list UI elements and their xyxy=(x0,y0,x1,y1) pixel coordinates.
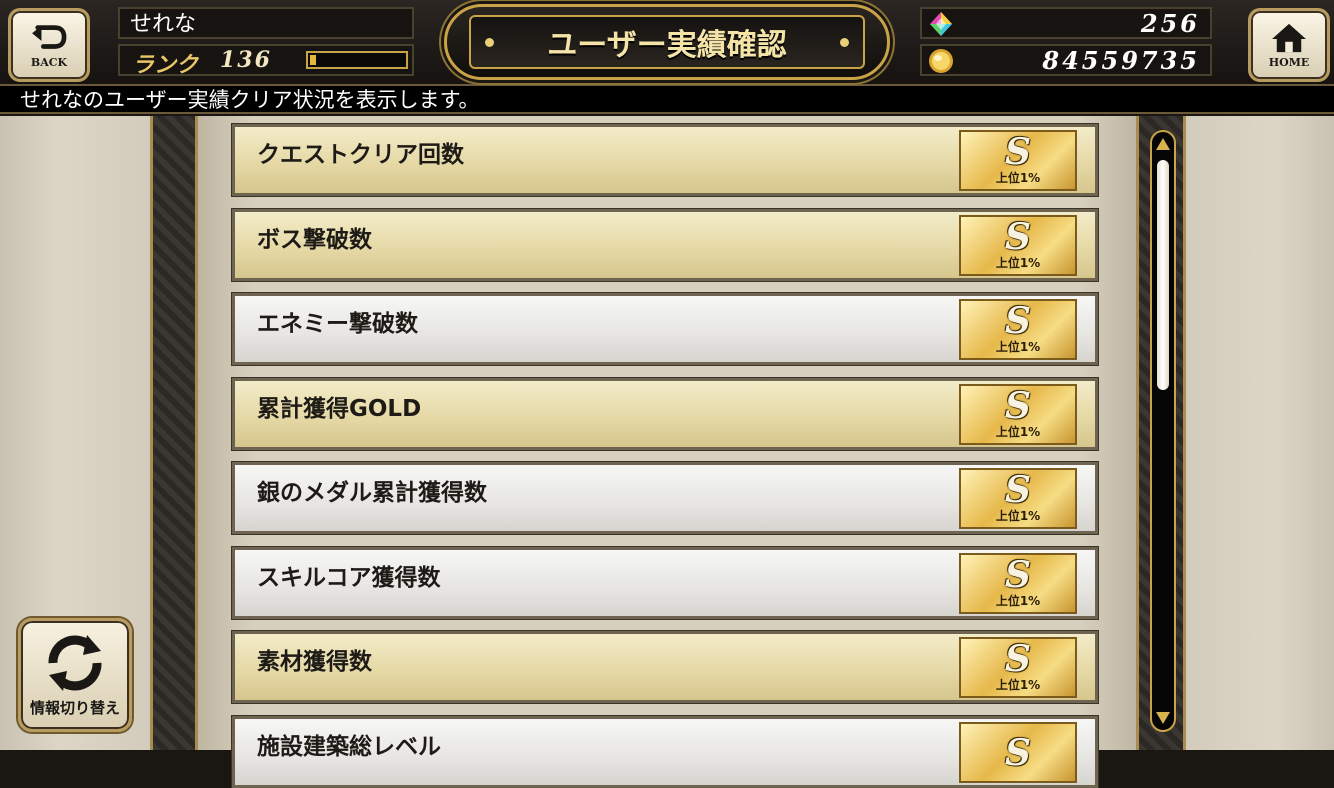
achievement-row[interactable]: 素材獲得数 S 上位1% xyxy=(232,631,1098,703)
achievement-label: エネミー撃破数 xyxy=(257,311,418,337)
home-label: HOME xyxy=(1268,55,1310,69)
achievement-row[interactable]: 累計獲得GOLD S 上位1% xyxy=(232,378,1098,450)
achievement-rank-badge: S 上位1% xyxy=(959,468,1077,529)
title-ornament-left xyxy=(485,38,494,47)
title-inner: ユーザー実績確認 xyxy=(469,15,865,69)
house-icon xyxy=(1272,23,1306,52)
achievement-label: スキルコア獲得数 xyxy=(257,565,441,591)
switch-info-button[interactable]: 情報切り替え xyxy=(18,618,132,732)
achievement-row[interactable]: 施設建築総レベル S xyxy=(232,716,1098,788)
achievement-rank-badge: S 上位1% xyxy=(959,215,1077,276)
achievement-rank-percentile: 上位1% xyxy=(995,256,1041,270)
rank-label: ランク xyxy=(132,52,199,78)
achievement-rank-badge: S 上位1% xyxy=(959,130,1077,191)
achievement-label: クエストクリア回数 xyxy=(257,142,464,168)
back-label: BACK xyxy=(30,55,68,69)
back-button[interactable]: BACK xyxy=(8,8,90,82)
achievement-rank-percentile: 上位1% xyxy=(995,340,1041,354)
title-plate: ユーザー実績確認 xyxy=(444,4,890,80)
achievement-rank-percentile: 上位1% xyxy=(995,678,1041,692)
achievement-row[interactable]: 銀のメダル累計獲得数 S 上位1% xyxy=(232,462,1098,534)
achievement-label: 銀のメダル累計獲得数 xyxy=(257,480,487,506)
achievement-rank-letter: S xyxy=(1005,131,1031,173)
rank-panel: ランク 136 xyxy=(118,44,414,78)
switch-info-label: 情報切り替え xyxy=(29,698,120,717)
achievement-rank-letter: S xyxy=(1005,300,1031,342)
achievement-row[interactable]: クエストクリア回数 S 上位1% xyxy=(232,124,1098,196)
player-name: せれな xyxy=(118,7,414,39)
rank-exp-gauge xyxy=(306,51,408,69)
achievement-rank-badge: S 上位1% xyxy=(959,553,1077,614)
page-title: ユーザー実績確認 xyxy=(547,28,787,63)
title-ornament-right xyxy=(840,38,849,47)
achievement-rank-badge: S xyxy=(959,722,1077,783)
rank-value: 136 xyxy=(220,47,272,73)
achievement-rank-letter: S xyxy=(1005,216,1031,258)
back-arrow-icon xyxy=(32,24,67,49)
gem-count: 256 xyxy=(1140,9,1200,38)
achievement-row[interactable]: スキルコア獲得数 S 上位1% xyxy=(232,547,1098,619)
achievement-rank-letter: S xyxy=(1005,385,1031,427)
gem-icon xyxy=(930,12,952,36)
achievement-label: 施設建築総レベル xyxy=(257,734,441,760)
gold-coin-icon xyxy=(929,49,953,73)
top-bar: BACK せれな ランク 136 ユーザー実績確認 256 84559735 H… xyxy=(0,0,1334,86)
right-background-panel xyxy=(1186,116,1334,750)
scroll-up-arrow-icon[interactable] xyxy=(1156,138,1170,150)
achievement-row[interactable]: ボス撃破数 S 上位1% xyxy=(232,209,1098,281)
achievement-rank-letter: S xyxy=(1005,731,1031,774)
achievement-label: 素材獲得数 xyxy=(257,649,372,675)
achievement-rank-letter: S xyxy=(1005,469,1031,511)
scroll-down-arrow-icon[interactable] xyxy=(1156,712,1170,724)
achievement-label: 累計獲得GOLD xyxy=(257,396,422,422)
achievement-label: ボス撃破数 xyxy=(257,227,372,253)
achievement-rank-letter: S xyxy=(1005,554,1031,596)
achievement-rank-percentile: 上位1% xyxy=(995,509,1041,523)
achievement-rank-badge: S 上位1% xyxy=(959,299,1077,360)
scrollbar[interactable] xyxy=(1150,130,1176,732)
gem-counter: 256 xyxy=(920,7,1212,39)
achievement-rank-percentile: 上位1% xyxy=(995,425,1041,439)
achievement-row[interactable]: エネミー撃破数 S 上位1% xyxy=(232,293,1098,365)
gold-counter: 84559735 xyxy=(920,44,1212,76)
left-ornament-pillar xyxy=(150,116,198,750)
achievement-rank-percentile: 上位1% xyxy=(995,171,1041,185)
refresh-icon xyxy=(48,634,102,691)
achievement-rank-letter: S xyxy=(1005,638,1031,680)
rank-exp-fill xyxy=(310,55,316,65)
achievement-rank-badge: S 上位1% xyxy=(959,384,1077,445)
achievement-rank-badge: S 上位1% xyxy=(959,637,1077,698)
achievement-rank-percentile: 上位1% xyxy=(995,594,1041,608)
info-message: せれなのユーザー実績クリア状況を表示します。 xyxy=(0,86,1334,114)
gold-count: 84559735 xyxy=(1042,46,1200,75)
scroll-thumb[interactable] xyxy=(1157,160,1169,390)
home-button[interactable]: HOME xyxy=(1248,8,1330,82)
